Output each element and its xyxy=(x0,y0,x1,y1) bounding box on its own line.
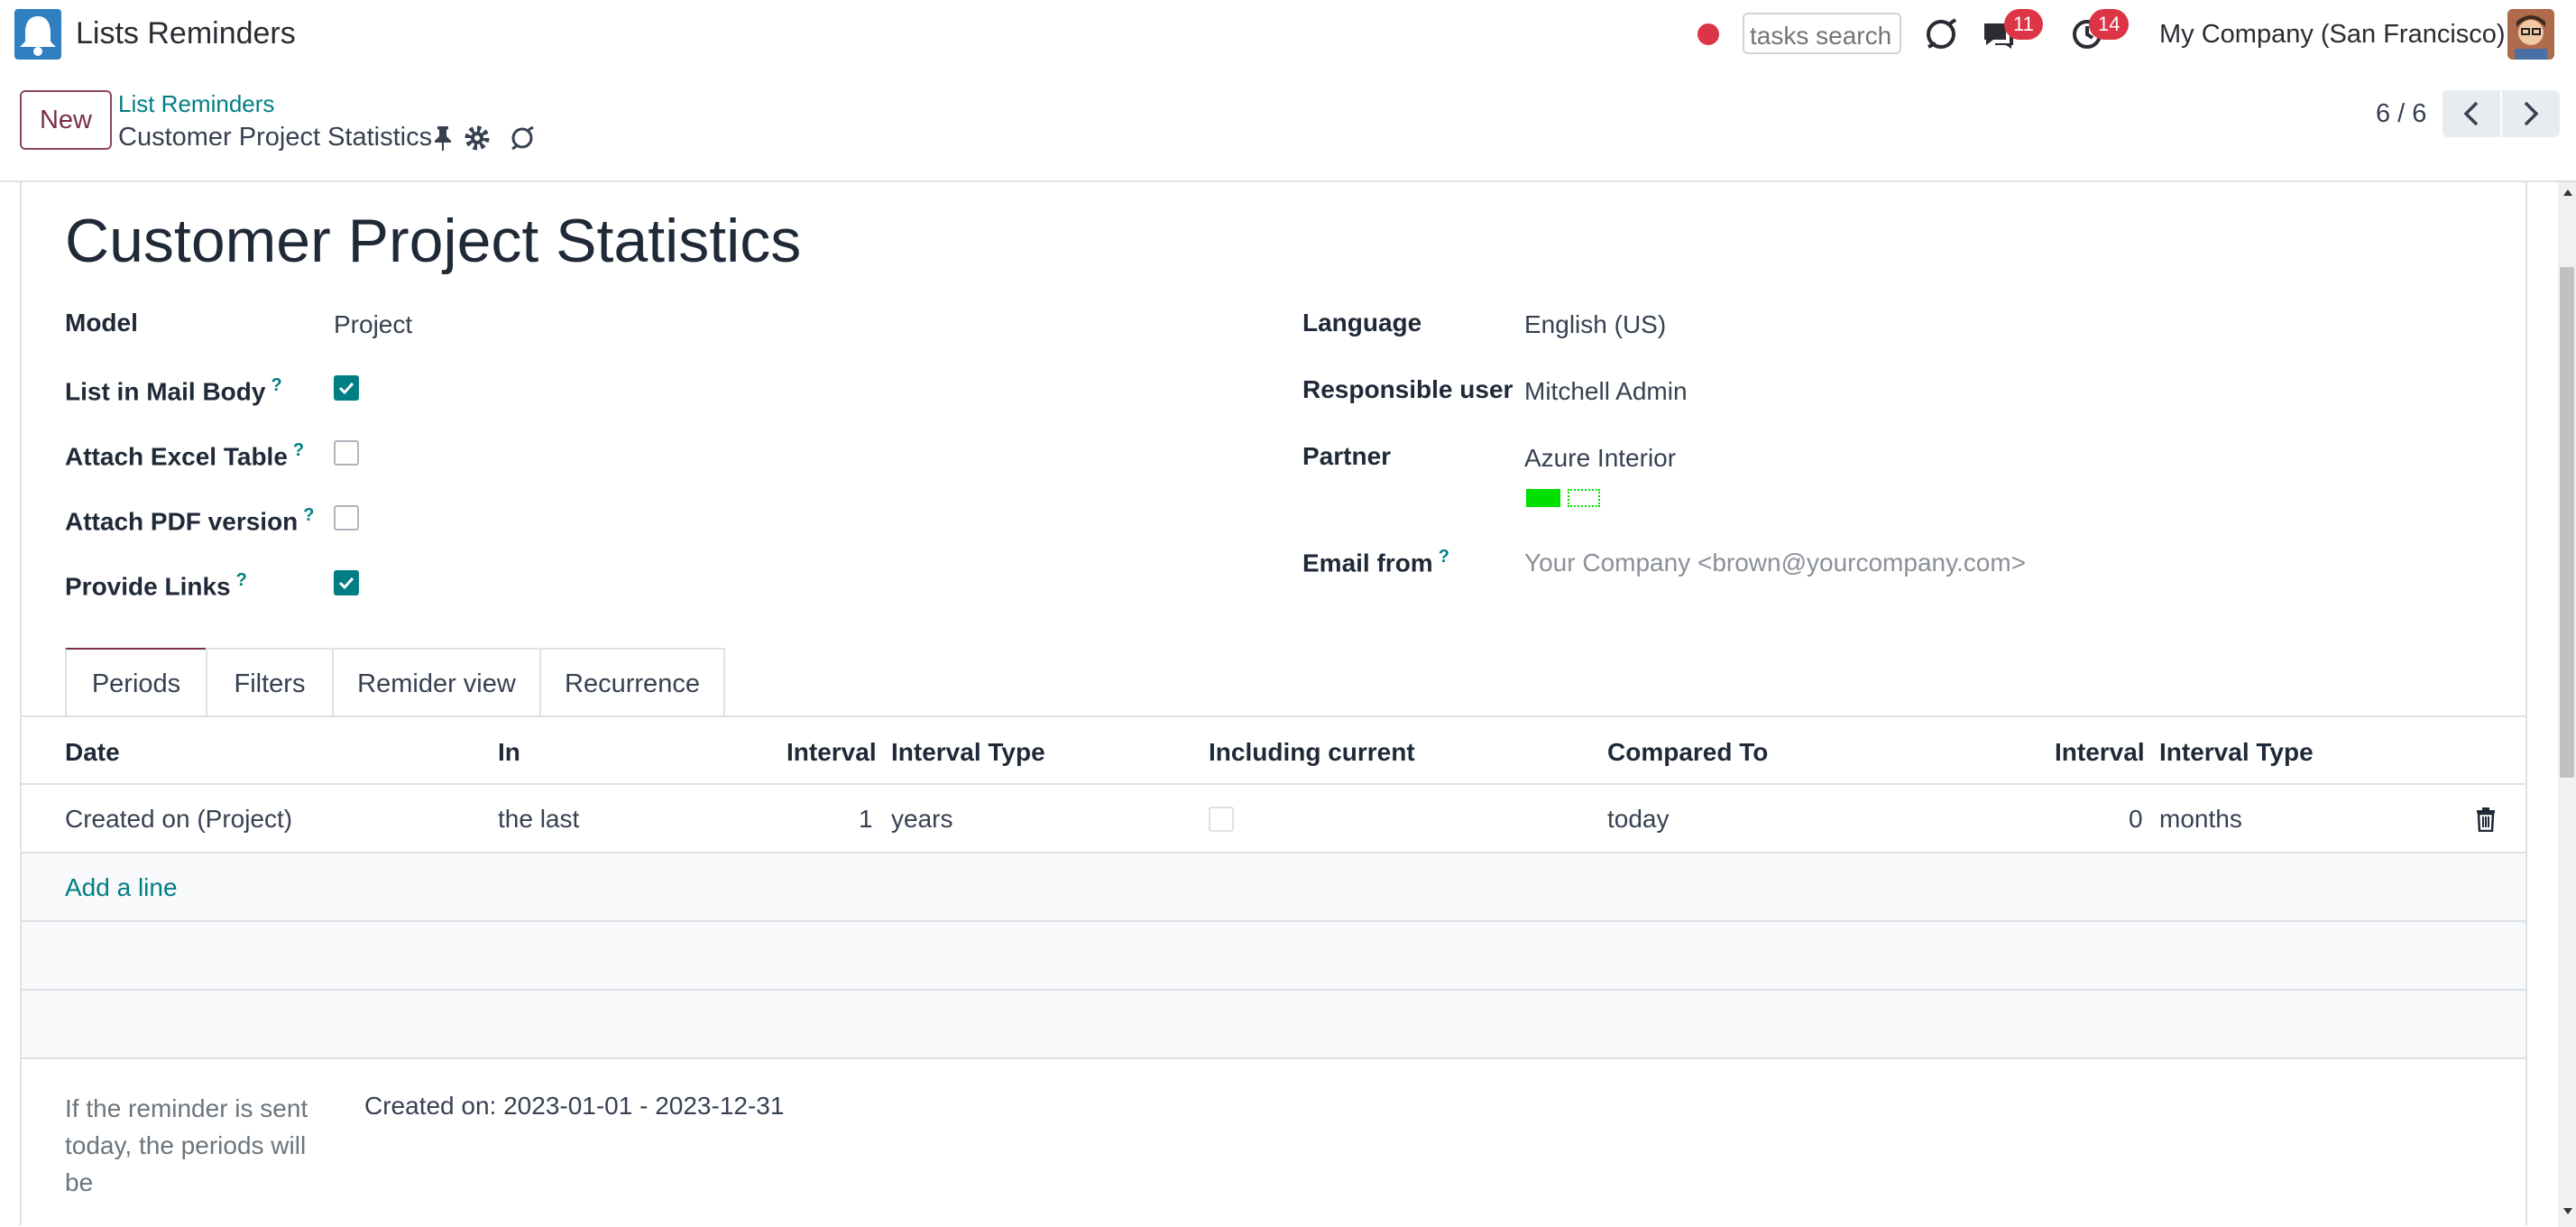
cell-compared-to[interactable]: today xyxy=(1607,805,1670,834)
periods-note: If the reminder is sent today, the perio… xyxy=(65,1094,308,1196)
model-label: Model xyxy=(65,309,138,337)
cell-interval-2[interactable]: 0 xyxy=(2129,805,2143,834)
help-tooltip-icon[interactable]: ? xyxy=(236,570,247,590)
pager-value[interactable]: 6 / 6 xyxy=(2376,99,2426,129)
tab-periods[interactable]: Periods xyxy=(65,648,207,716)
tab-recurrence[interactable]: Recurrence xyxy=(539,648,725,716)
partner-label: Partner xyxy=(1302,442,1392,470)
new-button[interactable]: New xyxy=(20,90,112,150)
recording-indicator-icon[interactable] xyxy=(1697,23,1719,45)
attach-excel-table-checkbox[interactable] xyxy=(334,440,359,466)
top-navbar: Lists Reminders 11 14 My Company (San Fr… xyxy=(0,0,2576,69)
activities-count-badge: 14 xyxy=(2089,9,2130,40)
trash-icon[interactable] xyxy=(2475,807,2497,833)
pager-previous-button[interactable] xyxy=(2443,90,2500,137)
language-value[interactable]: English (US) xyxy=(1524,310,1666,339)
column-header-interval-type[interactable]: Interval Type xyxy=(891,738,1045,767)
column-header-date[interactable]: Date xyxy=(65,738,120,767)
breadcrumb-parent-link[interactable]: List Reminders xyxy=(118,90,274,118)
provide-links-label: Provide Links? xyxy=(65,570,247,601)
tab-remider-view[interactable]: Remider view xyxy=(332,648,541,716)
checkmark-icon xyxy=(338,382,354,395)
tabs-divider xyxy=(20,715,2527,717)
column-header-compared-to[interactable]: Compared To xyxy=(1607,738,1768,767)
chevron-left-icon xyxy=(2463,101,2479,126)
cell-interval[interactable]: 1 xyxy=(859,805,873,834)
cell-including-current-checkbox[interactable] xyxy=(1209,807,1234,832)
list-in-mail-body-label: List in Mail Body? xyxy=(65,375,282,406)
empty-row xyxy=(22,991,2525,1057)
attach-pdf-version-label: Attach PDF version? xyxy=(65,505,315,536)
column-header-interval-type-2[interactable]: Interval Type xyxy=(2159,738,2314,767)
row-divider xyxy=(20,1057,2527,1059)
tab-filters[interactable]: Filters xyxy=(206,648,334,716)
header-divider xyxy=(20,783,2527,785)
email-from-value[interactable]: Your Company <brown@yourcompany.com> xyxy=(1524,549,2026,577)
column-header-in[interactable]: In xyxy=(498,738,520,767)
pager-next-button[interactable] xyxy=(2502,90,2560,137)
pin-icon[interactable] xyxy=(433,125,453,152)
scrollbar-thumb[interactable] xyxy=(2560,267,2574,778)
partner-color-tag[interactable] xyxy=(1526,489,1560,507)
cell-interval-type-2[interactable]: months xyxy=(2159,805,2242,834)
gear-icon[interactable] xyxy=(464,125,491,152)
help-tooltip-icon[interactable]: ? xyxy=(303,505,314,525)
list-in-mail-body-checkbox[interactable] xyxy=(334,375,359,401)
help-tooltip-icon[interactable]: ? xyxy=(271,375,281,395)
checkmark-icon xyxy=(338,577,354,590)
column-header-interval-2[interactable]: Interval xyxy=(2055,738,2145,767)
add-line-row xyxy=(22,853,2525,920)
cell-date[interactable]: Created on (Project) xyxy=(65,805,292,834)
company-switcher[interactable]: My Company (San Francisco) xyxy=(2159,20,2506,50)
discuss-refresh-icon[interactable] xyxy=(1923,16,1959,52)
cell-in[interactable]: the last xyxy=(498,805,579,834)
bell-app-icon[interactable] xyxy=(14,9,61,60)
messages-count-badge: 11 xyxy=(2004,9,2043,40)
provide-links-checkbox[interactable] xyxy=(334,570,359,595)
scroll-down-arrow-icon[interactable] xyxy=(2562,1205,2574,1216)
record-title[interactable]: Customer Project Statistics xyxy=(65,206,801,276)
attach-pdf-version-checkbox[interactable] xyxy=(334,505,359,530)
empty-row xyxy=(22,922,2525,989)
help-tooltip-icon[interactable]: ? xyxy=(293,440,304,460)
scroll-up-arrow-icon[interactable] xyxy=(2562,186,2574,197)
responsible-user-label: Responsible user xyxy=(1302,375,1513,403)
responsible-user-value[interactable]: Mitchell Admin xyxy=(1524,377,1688,406)
discard-changes-icon[interactable] xyxy=(509,125,536,152)
language-label: Language xyxy=(1302,309,1422,337)
column-header-including-current[interactable]: Including current xyxy=(1209,738,1415,767)
periods-result: Created on: 2023-01-01 - 2023-12-31 xyxy=(364,1092,785,1120)
column-header-interval[interactable]: Interval xyxy=(787,738,877,767)
tasks-search-input[interactable] xyxy=(1743,13,1901,54)
partner-value[interactable]: Azure Interior xyxy=(1524,444,1676,473)
attach-excel-table-label: Attach Excel Table? xyxy=(65,440,305,471)
model-value[interactable]: Project xyxy=(334,310,412,339)
add-a-line-link[interactable]: Add a line xyxy=(65,873,178,902)
breadcrumb-current: Customer Project Statistics xyxy=(118,123,433,152)
cell-interval-type[interactable]: years xyxy=(891,805,952,834)
app-title[interactable]: Lists Reminders xyxy=(76,16,296,51)
email-from-label: Email from? xyxy=(1302,547,1449,577)
help-tooltip-icon[interactable]: ? xyxy=(1439,547,1449,567)
partner-color-tag-outline[interactable] xyxy=(1568,489,1600,507)
chevron-right-icon xyxy=(2524,101,2539,126)
user-avatar[interactable] xyxy=(2507,9,2554,60)
